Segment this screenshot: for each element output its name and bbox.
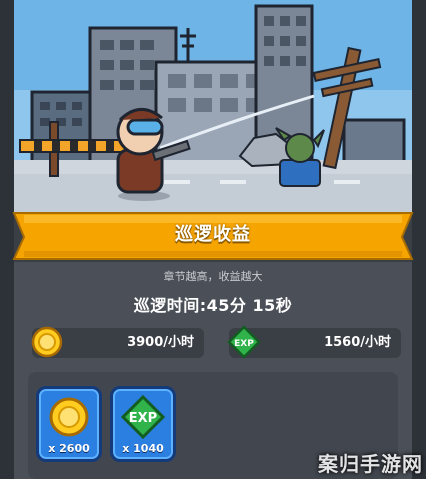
sidewalk <box>14 160 412 176</box>
game-screen: 巡逻收益 章节越高，收益越大 巡逻时间:45分 15秒 3900/小时 EXP … <box>0 0 426 479</box>
reward-card-gold[interactable]: x 2600 <box>36 386 102 462</box>
scene-illustration <box>14 0 412 212</box>
exp-rate-value: 1560/小时 <box>324 335 391 350</box>
exp-icon-text: EXP <box>234 339 254 349</box>
gold-rate-value: 3900/小时 <box>127 335 194 350</box>
panel-subtitle: 章节越高，收益越大 <box>163 270 263 283</box>
street-scene <box>14 0 412 212</box>
exp-reward-count: x 1040 <box>122 442 164 455</box>
title-banner: 巡逻收益 <box>10 209 416 264</box>
exp-icon-text: EXP <box>129 411 157 426</box>
gold-coin-icon <box>49 397 89 437</box>
exp-gem-icon: EXP <box>227 325 261 359</box>
gold-reward-count: x 2600 <box>48 442 90 455</box>
reward-panel: 章节越高，收益越大 巡逻时间:45分 15秒 3900/小时 EXP 1560/… <box>14 262 412 479</box>
site-watermark: 案归手游网 <box>318 452 423 476</box>
patrol-time: 巡逻时间:45分 15秒 <box>133 296 293 315</box>
exp-gem-icon: EXP <box>120 395 166 439</box>
exp-rate-bar: EXP 1560/小时 <box>227 325 401 359</box>
gold-rate-bar: 3900/小时 <box>31 326 204 358</box>
road <box>14 174 412 212</box>
gold-coin-icon <box>31 326 63 358</box>
reward-card-exp[interactable]: EXP x 1040 <box>110 386 176 462</box>
banner-title: 巡逻收益 <box>175 224 251 245</box>
